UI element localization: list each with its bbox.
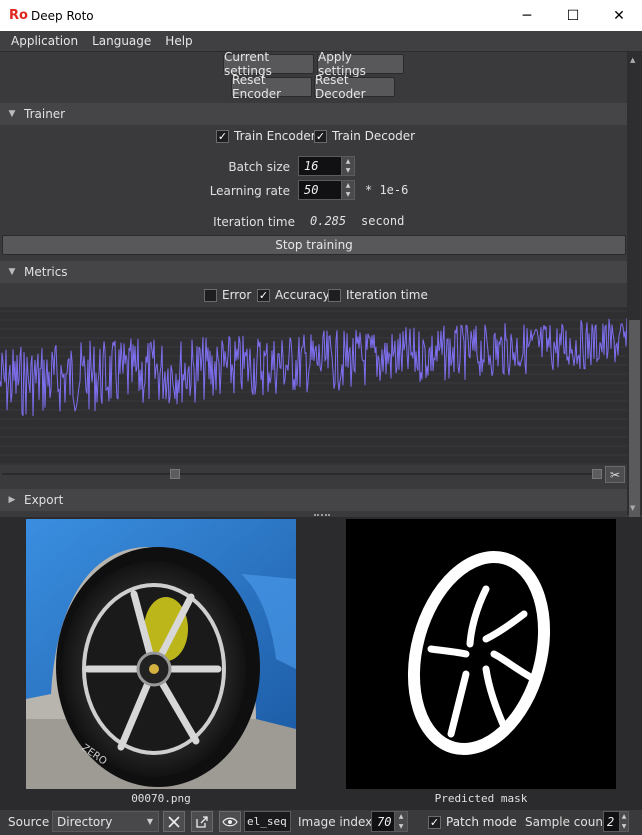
scroll-down-icon[interactable]: ▼ (630, 504, 635, 512)
reset-decoder-button[interactable]: Reset Decoder (314, 73, 395, 101)
learning-rate-value[interactable]: 50 (299, 183, 341, 197)
checkbox-empty-icon (328, 288, 341, 302)
path-field[interactable]: el_seq (244, 811, 291, 832)
scissors-icon: ✂ (609, 467, 621, 482)
collapse-arrow-icon: ▼ (8, 109, 16, 119)
slider-track (2, 473, 600, 475)
stop-training-button[interactable]: Stop training (2, 235, 626, 255)
scroll-thumb[interactable] (629, 320, 640, 550)
image-index-value[interactable]: 70 (372, 815, 394, 829)
spin-arrows-icon[interactable]: ▲ ▼ (341, 157, 354, 175)
checkbox-check-icon: ✓ (216, 129, 229, 143)
trainer-title: Trainer (24, 107, 66, 121)
menu-language[interactable]: Language (85, 34, 158, 48)
source-select-value: Directory (57, 814, 113, 829)
window-title: Deep Roto (31, 8, 94, 23)
source-image-caption: 00070.png (131, 792, 191, 805)
sample-count-spinbox[interactable]: 2 ▲ ▼ (603, 811, 629, 832)
maximize-icon: ☐ (566, 7, 580, 24)
minimize-button[interactable]: ─ (504, 0, 550, 31)
iteration-time-value: 0.285 (310, 214, 347, 228)
reset-encoder-button[interactable]: Reset Encoder (231, 73, 312, 101)
batch-size-value[interactable]: 16 (299, 159, 341, 173)
range-start-handle[interactable] (170, 469, 180, 479)
train-decoder-label: Train Decoder (332, 129, 416, 143)
eye-icon (222, 817, 238, 826)
learning-rate-label: Learning rate (209, 184, 290, 198)
learning-rate-spinbox[interactable]: 50 ▲ ▼ (298, 180, 355, 200)
checkbox-check-icon: ✓ (314, 129, 327, 143)
metrics-section-header[interactable]: ▼ Metrics (0, 261, 627, 283)
spin-arrows-icon[interactable]: ▲ ▼ (341, 181, 354, 199)
iteration-time-unit: second (361, 214, 405, 228)
source-select[interactable]: Directory ▼ (52, 811, 159, 832)
sample-count-value[interactable]: 2 (604, 815, 619, 829)
preview-button[interactable] (219, 811, 241, 832)
export-section-header[interactable]: ▶ Export (0, 489, 627, 511)
scissors-button[interactable]: ✂ (605, 466, 625, 483)
metrics-title: Metrics (24, 265, 68, 279)
app-logo: Ro (9, 8, 28, 23)
range-end-handle[interactable] (592, 469, 602, 479)
current-settings-button[interactable]: Current settings (223, 50, 314, 78)
sample-count-label: Sample count (525, 815, 608, 829)
menu-help[interactable]: Help (158, 34, 199, 48)
iteration-time-label: Iteration time (213, 215, 295, 229)
spin-arrows-icon[interactable]: ▲ ▼ (619, 812, 628, 831)
checkbox-check-icon: ✓ (257, 288, 270, 302)
close-x-icon (168, 815, 180, 828)
iteration-time-checkbox[interactable]: Iteration time (328, 288, 428, 302)
collapse-arrow-icon: ▼ (8, 267, 16, 277)
train-encoder-label: Train Encoder (234, 129, 316, 143)
metrics-plot (0, 307, 627, 465)
title-bar: Ro Deep Roto ─ ☐ ✕ (0, 0, 642, 31)
close-icon: ✕ (613, 7, 625, 24)
iteration-time-metric-label: Iteration time (346, 288, 428, 302)
export-title: Export (24, 493, 64, 507)
predicted-mask-image (346, 519, 616, 789)
image-index-spinbox[interactable]: 70 ▲ ▼ (371, 811, 408, 832)
clear-button[interactable] (163, 811, 185, 832)
error-label: Error (222, 288, 252, 302)
minimize-icon: ─ (522, 7, 532, 24)
accuracy-checkbox[interactable]: ✓ Accuracy (257, 288, 330, 302)
checkbox-empty-icon (204, 288, 217, 302)
chevron-down-icon: ▼ (146, 817, 153, 826)
menu-bar: Application Language Help (0, 31, 642, 52)
patch-mode-checkbox[interactable]: ✓ Patch mode (428, 815, 517, 829)
learning-rate-unit: * 1e-6 (365, 183, 409, 197)
apply-settings-button[interactable]: Apply settings (317, 50, 404, 78)
trainer-section-header[interactable]: ▼ Trainer (0, 103, 627, 125)
source-image: ZERO (26, 519, 296, 789)
image-index-label: Image index (298, 815, 373, 829)
batch-size-spinbox[interactable]: 16 ▲ ▼ (298, 156, 355, 176)
checkbox-check-icon: ✓ (428, 815, 441, 829)
mask-graphic (346, 519, 616, 789)
menu-application[interactable]: Application (0, 34, 85, 48)
accuracy-plot-svg (0, 310, 627, 465)
wheel-photo-graphic: ZERO (26, 519, 296, 789)
train-encoder-checkbox[interactable]: ✓ Train Encoder (216, 129, 316, 143)
patch-mode-label: Patch mode (446, 815, 517, 829)
vertical-scrollbar[interactable]: ▲ ▼ (627, 52, 642, 550)
plot-range-slider[interactable] (0, 466, 603, 482)
external-link-icon (196, 815, 208, 828)
expand-arrow-icon: ▶ (8, 495, 16, 505)
batch-size-label: Batch size (228, 160, 290, 174)
scroll-up-icon[interactable]: ▲ (630, 56, 635, 64)
spin-arrows-icon[interactable]: ▲ ▼ (394, 812, 407, 831)
mask-image-caption: Predicted mask (434, 792, 528, 805)
close-button[interactable]: ✕ (596, 0, 642, 31)
maximize-button[interactable]: ☐ (550, 0, 596, 31)
open-external-button[interactable] (191, 811, 213, 832)
train-decoder-checkbox[interactable]: ✓ Train Decoder (314, 129, 415, 143)
source-label: Source (8, 815, 50, 829)
path-value: el_seq (247, 815, 287, 828)
accuracy-label: Accuracy (275, 288, 330, 302)
error-checkbox[interactable]: Error (204, 288, 251, 302)
